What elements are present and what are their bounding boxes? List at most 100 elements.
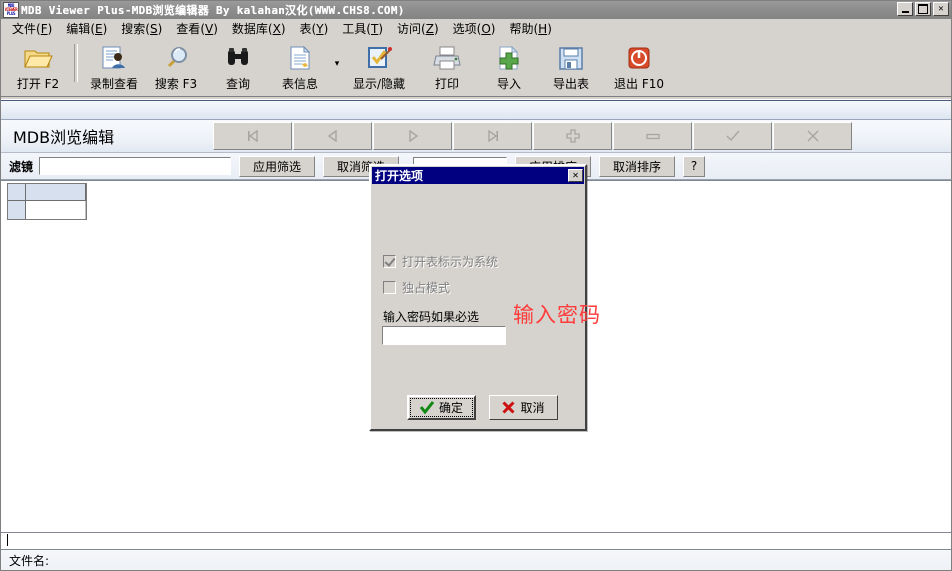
menu-item-options[interactable]: 选项(O): [446, 18, 503, 40]
grid-header-row: [8, 184, 86, 201]
prev-record-button[interactable]: [293, 122, 372, 150]
main-toolbar: 打开 F2 录制查看 搜索 F3 查询 表信息 ▾ 显示/隐藏 打印 导入 导出…: [1, 40, 951, 96]
exit-power-icon: [623, 43, 655, 73]
table-row[interactable]: [8, 201, 86, 219]
minimize-button[interactable]: [897, 2, 913, 16]
menu-item-access[interactable]: 访问(Z): [390, 18, 446, 40]
add-record-button[interactable]: [533, 122, 612, 150]
window-controls: ✕: [897, 2, 949, 16]
menu-accel: T: [370, 22, 379, 36]
dialog-cancel-label: 取消: [520, 401, 545, 415]
checkbox-row-exclusive-mode[interactable]: 独占模式: [383, 279, 450, 296]
cancel-sort-button[interactable]: 取消排序: [599, 155, 676, 177]
dialog-cancel-button[interactable]: 取消: [489, 395, 558, 420]
title-bar: MDB VIEWER PLUS MDB Viewer Plus-MDB浏览编辑器…: [1, 1, 951, 19]
data-grid[interactable]: [7, 183, 87, 220]
filter-label: 滤镜: [9, 159, 34, 174]
toolbar-label: 导入: [496, 77, 521, 91]
menu-label: 搜索: [121, 22, 146, 36]
first-record-icon: [247, 130, 258, 142]
next-record-icon: [408, 130, 418, 142]
app-icon-line3: PLUS: [6, 11, 16, 16]
open-options-dialog: 打开选项 ✕ 打开表标示为系统 独占模式 输入密码如果必选 确定 取消: [369, 164, 587, 431]
toolbar-button-exit[interactable]: 退出 F10: [602, 40, 676, 97]
maximize-icon: [916, 3, 930, 15]
menu-accel: O: [481, 22, 491, 36]
toolbar-label: 表信息: [281, 77, 318, 91]
maximize-button[interactable]: [915, 2, 931, 16]
menu-label: 访问: [397, 22, 422, 36]
grid-row-header[interactable]: [8, 201, 26, 219]
menu-item-search[interactable]: 搜索(S): [114, 18, 169, 40]
next-record-button[interactable]: [373, 122, 452, 150]
filter-input[interactable]: [39, 157, 232, 175]
dialog-ok-button[interactable]: 确定: [407, 395, 476, 420]
delete-record-button[interactable]: [613, 122, 692, 150]
apply-filter-button[interactable]: 应用筛选: [239, 155, 316, 177]
prev-record-icon: [327, 130, 337, 142]
checkbox-exclusive-mode[interactable]: [383, 281, 396, 294]
checkbox-row-system-table[interactable]: 打开表标示为系统: [383, 253, 498, 270]
plus-icon: [565, 129, 580, 143]
browse-header-bar: MDB浏览编辑: [1, 120, 951, 153]
menu-item-table[interactable]: 表(Y): [293, 18, 336, 40]
record-view-icon: [98, 43, 130, 73]
toolbar-button-import[interactable]: 导入: [478, 40, 540, 97]
menu-accel: Y: [316, 22, 324, 36]
toolbar-button-export-table[interactable]: 导出表: [540, 40, 602, 97]
checkbox-system-table[interactable]: [383, 255, 396, 268]
minus-icon: [645, 133, 660, 140]
grid-column-header[interactable]: [26, 184, 86, 201]
bottom-edit-field[interactable]: [1, 532, 951, 550]
menu-item-database[interactable]: 数据库(X): [225, 18, 293, 40]
toolbar-label: 查询: [225, 77, 250, 91]
password-input[interactable]: [382, 326, 506, 345]
checkbox-system-table-label: 打开表标示为系统: [402, 255, 499, 269]
toolbar-button-table-info[interactable]: 表信息: [269, 40, 331, 97]
cross-icon: [807, 130, 818, 142]
menu-item-view[interactable]: 查看(V): [169, 18, 225, 40]
grid-corner-cell[interactable]: [8, 184, 26, 201]
status-bar: 文件名:: [1, 550, 951, 570]
help-button[interactable]: ?: [683, 155, 706, 177]
last-record-button[interactable]: [453, 122, 532, 150]
menu-label: 帮助: [509, 22, 534, 36]
toolbar-label: 导出表: [552, 77, 589, 91]
close-button[interactable]: ✕: [933, 2, 949, 16]
menu-item-tools[interactable]: 工具(T): [335, 18, 390, 40]
app-icon: MDB VIEWER PLUS: [3, 2, 19, 18]
menu-bar: 文件(F) 编辑(E) 搜索(S) 查看(V) 数据库(X) 表(Y) 工具(T…: [1, 19, 951, 40]
close-icon: ✕: [938, 3, 944, 14]
toolbar-button-record-view[interactable]: 录制查看: [83, 40, 145, 97]
toolbar-button-show-hide[interactable]: 显示/隐藏: [342, 40, 416, 97]
password-field-label: 输入密码如果必选: [383, 310, 480, 324]
grid-cell[interactable]: [26, 201, 86, 219]
annotation-enter-password: 输入密码: [513, 303, 601, 327]
toolbar-button-query[interactable]: 查询: [207, 40, 269, 97]
toolbar-button-search[interactable]: 搜索 F3: [145, 40, 207, 97]
toolbar-button-print[interactable]: 打印: [416, 40, 478, 97]
printer-icon: [431, 43, 463, 73]
menu-item-edit[interactable]: 编辑(E): [59, 18, 114, 40]
menu-label: 文件: [12, 22, 37, 36]
last-record-icon: [487, 130, 498, 142]
menu-label: 数据库: [231, 22, 268, 36]
record-navigator: [213, 122, 853, 150]
toolbar-label: 搜索 F3: [154, 77, 198, 91]
toolbar-button-open[interactable]: 打开 F2: [7, 40, 69, 97]
dialog-title-bar: 打开选项 ✕: [372, 167, 584, 184]
menu-accel: S: [149, 22, 158, 36]
first-record-button[interactable]: [213, 122, 292, 150]
chevron-down-icon[interactable]: ▾: [332, 60, 342, 69]
menu-label: 表: [299, 22, 312, 36]
cancel-edit-button[interactable]: [773, 122, 852, 150]
toolbar-label: 显示/隐藏: [352, 77, 406, 91]
menu-accel: V: [205, 22, 214, 36]
table-info-icon: [284, 43, 316, 73]
menu-accel: X: [272, 22, 281, 36]
menu-item-help[interactable]: 帮助(H): [502, 18, 558, 40]
confirm-edit-button[interactable]: [693, 122, 772, 150]
dialog-close-button[interactable]: ✕: [568, 169, 583, 182]
menu-item-file[interactable]: 文件(F): [5, 18, 59, 40]
cross-icon: [502, 401, 516, 414]
